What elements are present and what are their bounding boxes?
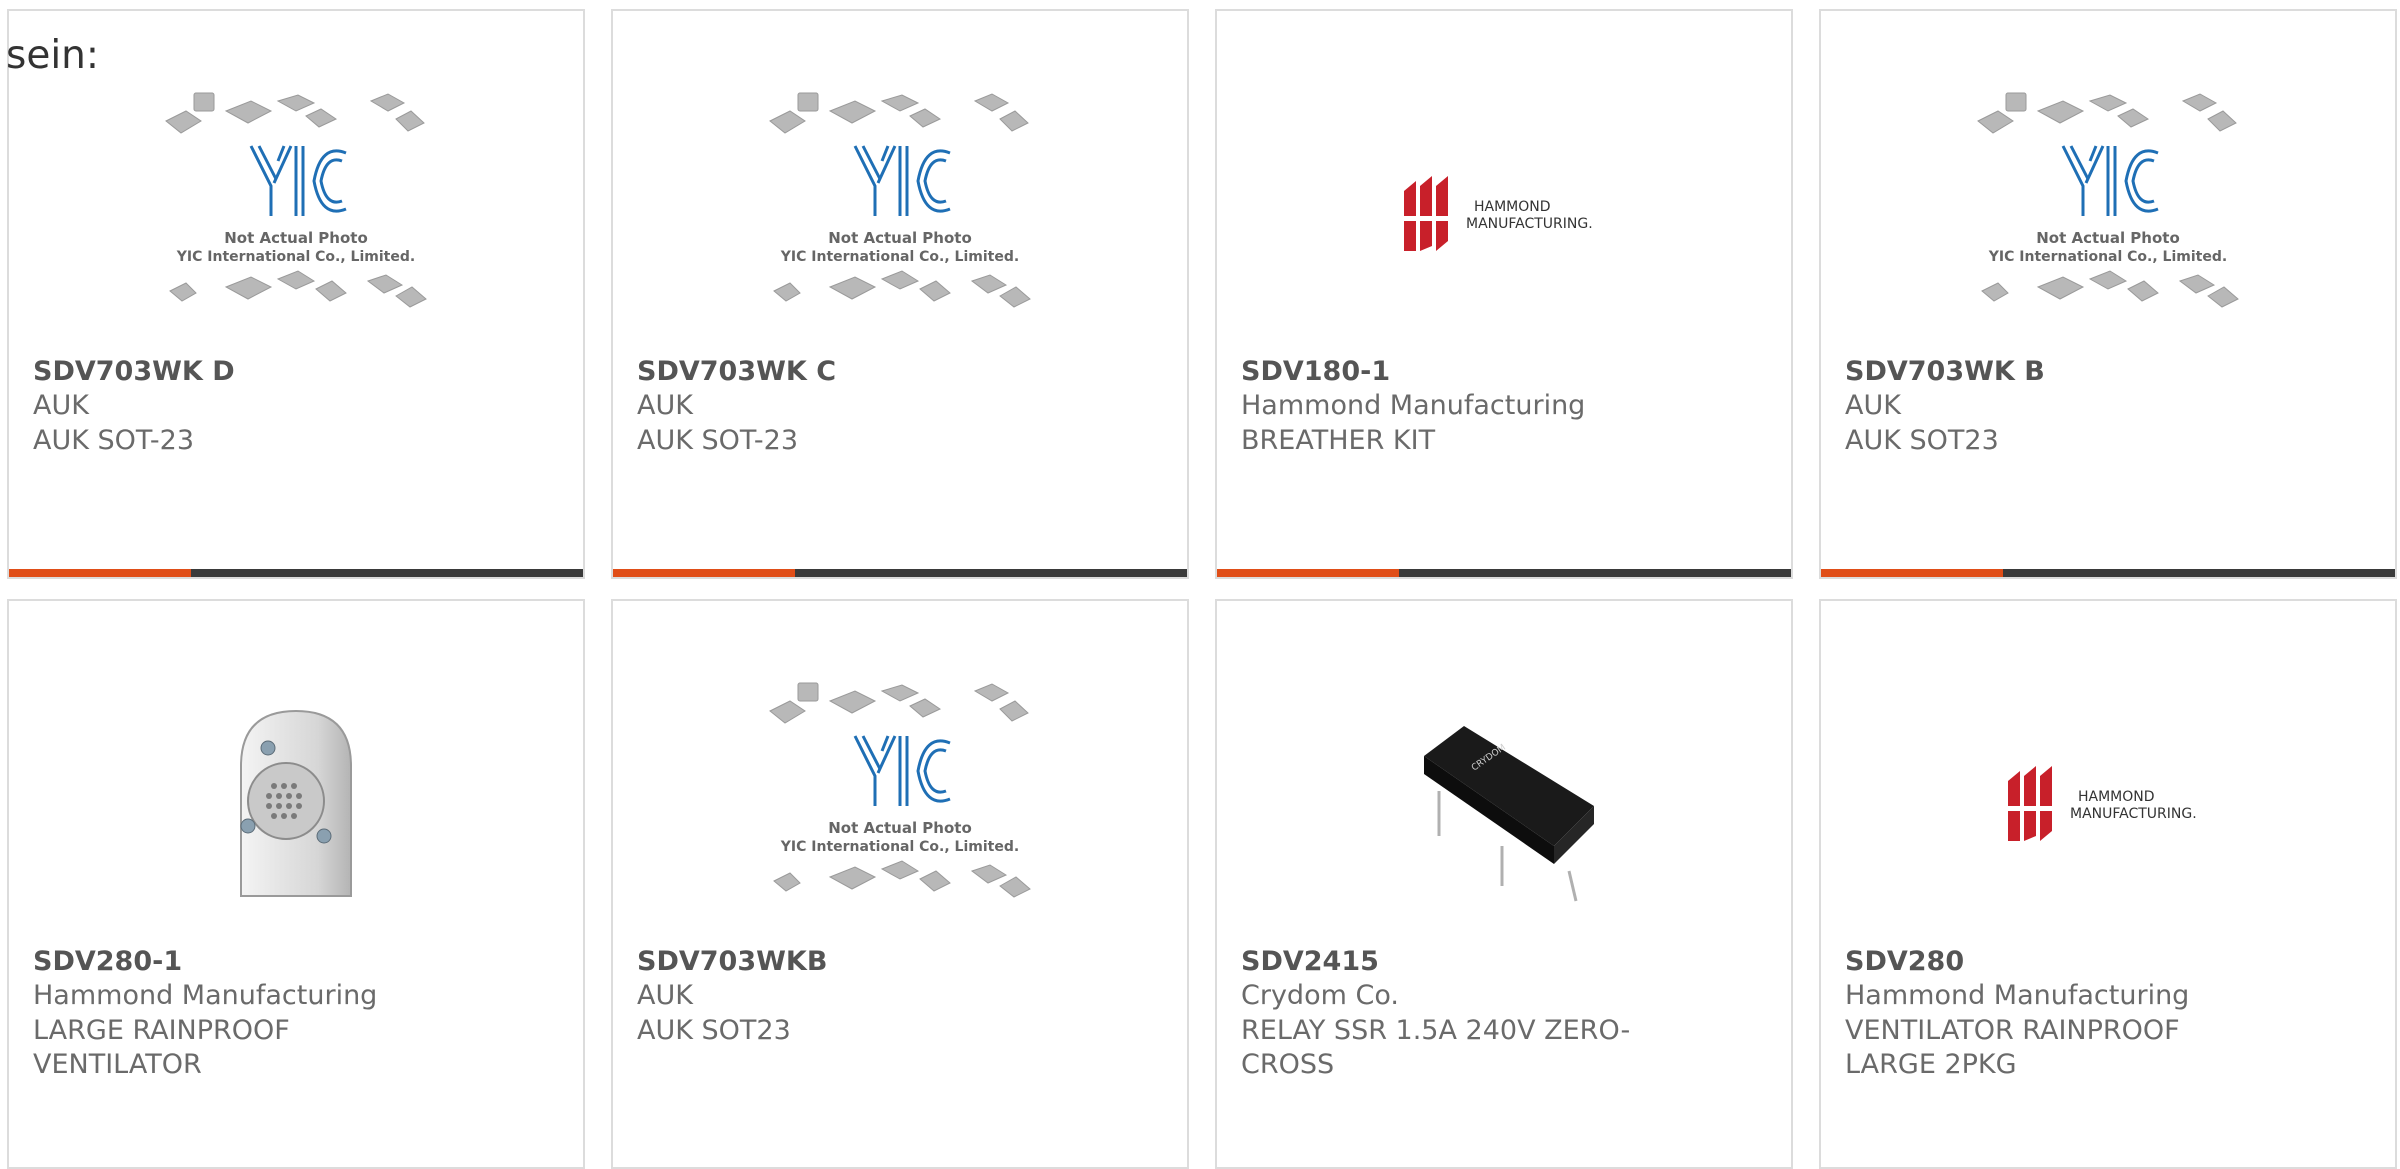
description: AUK SOT-23 xyxy=(637,425,799,456)
hammond-logo-line2: MANUFACTURING. xyxy=(1466,216,1593,232)
description: RELAY SSR 1.5A 240V ZERO-CROSS xyxy=(1241,1015,1631,1080)
yic-placeholder-icon: Not Actual Photo YIC International Co., … xyxy=(769,92,1031,308)
product-image[interactable]: CRYDOM xyxy=(1217,681,1791,931)
description: BREATHER KIT xyxy=(1241,425,1436,456)
hammond-logo-line1: HAMMOND xyxy=(1474,199,1551,215)
hammond-logo-line1: HAMMOND xyxy=(2078,789,2155,805)
card-bar xyxy=(613,569,1187,577)
hammond-logo-icon: HAMMOND MANUFACTURING. xyxy=(1404,176,1593,251)
placeholder-company: YIC International Co., Limited. xyxy=(780,839,1019,855)
description: AUK SOT-23 xyxy=(33,425,195,456)
manufacturer: AUK xyxy=(637,390,693,421)
placeholder-caption: Not Actual Photo xyxy=(224,229,368,247)
placeholder-company: YIC International Co., Limited. xyxy=(1988,249,2227,265)
placeholder-caption: Not Actual Photo xyxy=(828,819,972,837)
part-number[interactable]: SDV703WK C xyxy=(637,356,836,387)
card-bar-accent xyxy=(9,569,191,577)
hammond-logo-icon: HAMMOND MANUFACTURING. xyxy=(2008,766,2197,841)
manufacturer: Crydom Co. xyxy=(1241,980,1399,1011)
description: AUK SOT23 xyxy=(1845,425,1999,456)
product-card[interactable]: Not Actual Photo YIC International Co., … xyxy=(1819,9,2397,579)
description: LARGE RAINPROOF VENTILATOR xyxy=(33,1015,290,1080)
product-card[interactable]: Not Actual Photo YIC International Co., … xyxy=(7,9,585,579)
product-image[interactable]: Not Actual Photo YIC International Co., … xyxy=(1821,91,2395,341)
part-number[interactable]: SDV2415 xyxy=(1241,946,1379,977)
description: VENTILATOR RAINPROOF LARGE 2PKG xyxy=(1845,1015,2180,1080)
part-number[interactable]: SDV703WKB xyxy=(637,946,827,977)
part-number[interactable]: SDV280-1 xyxy=(33,946,182,977)
placeholder-caption: Not Actual Photo xyxy=(2036,229,2180,247)
card-bar xyxy=(1217,569,1791,577)
product-card[interactable]: Not Actual Photo YIC International Co., … xyxy=(611,9,1189,579)
yic-placeholder-icon: Not Actual Photo YIC International Co., … xyxy=(1977,92,2239,308)
card-bar-accent xyxy=(613,569,795,577)
card-bar-accent xyxy=(1821,569,2003,577)
product-image[interactable]: HAMMOND MANUFACTURING. xyxy=(1217,91,1791,341)
hammond-logo-line2: MANUFACTURING. xyxy=(2070,806,2197,822)
product-image[interactable]: Not Actual Photo YIC International Co., … xyxy=(613,681,1187,931)
card-bar xyxy=(1821,569,2395,577)
product-image[interactable]: HAMMOND MANUFACTURING. xyxy=(1821,681,2395,931)
yic-placeholder-icon: Not Actual Photo YIC International Co., … xyxy=(165,92,427,308)
card-bar xyxy=(9,569,583,577)
manufacturer: AUK xyxy=(33,390,89,421)
product-card[interactable]: SDV280-1 Hammond Manufacturing LARGE RAI… xyxy=(7,599,585,1169)
product-image[interactable] xyxy=(9,681,583,931)
ventilator-photo-icon xyxy=(240,709,352,897)
placeholder-company: YIC International Co., Limited. xyxy=(176,249,415,265)
manufacturer: Hammond Manufacturing xyxy=(33,980,378,1011)
manufacturer: AUK xyxy=(637,980,693,1011)
section-heading: sein: xyxy=(6,33,100,78)
manufacturer: Hammond Manufacturing xyxy=(1241,390,1586,421)
product-image[interactable]: Not Actual Photo YIC International Co., … xyxy=(613,91,1187,341)
part-number[interactable]: SDV703WK B xyxy=(1845,356,2045,387)
placeholder-caption: Not Actual Photo xyxy=(828,229,972,247)
card-bar-accent xyxy=(1217,569,1399,577)
description: AUK SOT23 xyxy=(637,1015,791,1046)
manufacturer: Hammond Manufacturing xyxy=(1845,980,2190,1011)
placeholder-company: YIC International Co., Limited. xyxy=(780,249,1019,265)
product-card[interactable]: CRYDOM SDV2415 Crydom Co. RELAY SSR 1.5A… xyxy=(1215,599,1793,1169)
product-image[interactable]: Not Actual Photo YIC International Co., … xyxy=(9,91,583,341)
part-number[interactable]: SDV703WK D xyxy=(33,356,235,387)
product-card[interactable]: HAMMOND MANUFACTURING. SDV180-1 Hammond … xyxy=(1215,9,1793,579)
part-number[interactable]: SDV180-1 xyxy=(1241,356,1390,387)
yic-placeholder-icon: Not Actual Photo YIC International Co., … xyxy=(769,682,1031,898)
relay-photo-icon: CRYDOM xyxy=(1424,726,1594,902)
product-card[interactable]: Not Actual Photo YIC International Co., … xyxy=(611,599,1189,1169)
manufacturer: AUK xyxy=(1845,390,1901,421)
part-number[interactable]: SDV280 xyxy=(1845,946,1964,977)
product-card[interactable]: HAMMOND MANUFACTURING. SDV280 Hammond Ma… xyxy=(1819,599,2397,1169)
